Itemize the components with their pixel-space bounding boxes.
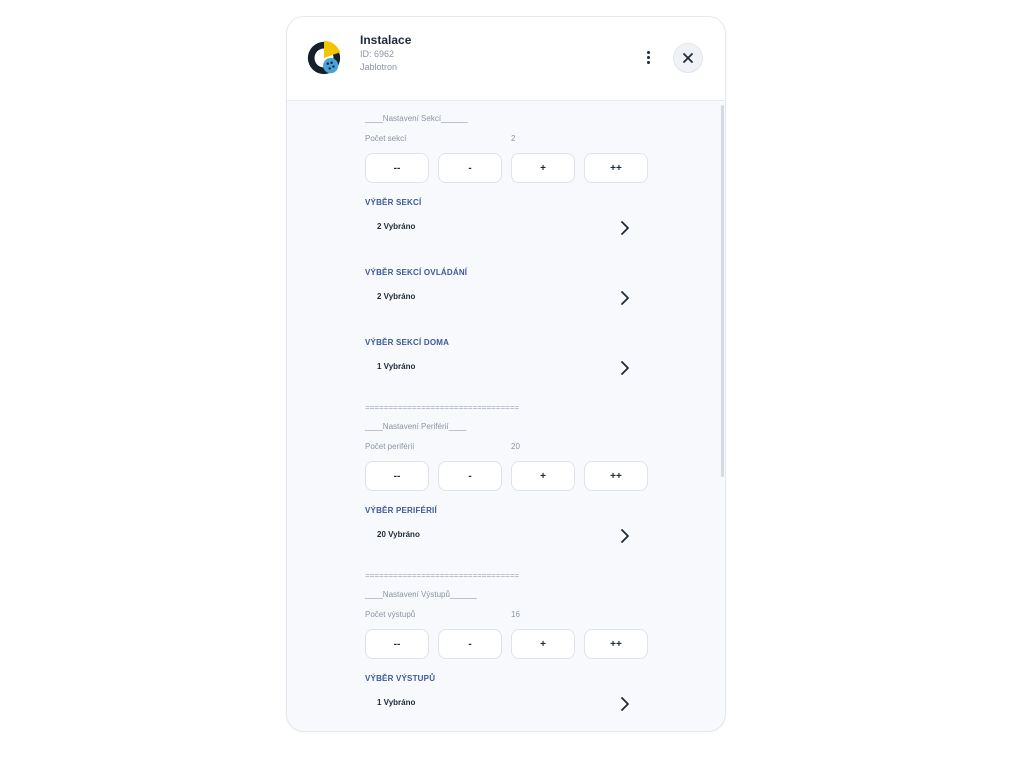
decrement-large-button[interactable]: -- — [365, 153, 429, 183]
section-title-vystupy: ____Nastavení Výstupů______ — [365, 590, 477, 599]
selector-value: 2 Vybráno — [377, 222, 416, 231]
section-title-sekce: ____Nastavení Sekcí______ — [365, 114, 468, 123]
count-label-vystupy: Počet výstupů — [365, 610, 416, 619]
selector-vyber-periferii[interactable]: 20 Vybráno — [365, 526, 635, 546]
count-label-sekce: Počet sekcí — [365, 134, 407, 143]
chevron-right-icon — [621, 361, 629, 375]
increment-large-button[interactable]: ++ — [584, 461, 648, 491]
selector-value: 20 Vybráno — [377, 530, 420, 539]
increment-button[interactable]: + — [511, 153, 575, 183]
count-value-sekce: 2 — [511, 134, 516, 143]
increment-button[interactable]: + — [511, 461, 575, 491]
selector-value: 1 Vybráno — [377, 698, 416, 707]
heading-vyber-periferii: VÝBĚR PERIFÉRIÍ — [365, 506, 437, 515]
scrollbar[interactable] — [721, 105, 724, 477]
selector-vyber-sekci-doma[interactable]: 1 Vybráno — [365, 358, 635, 378]
dialog-header: Instalace ID: 6962 Jablotron — [287, 17, 725, 101]
close-icon — [683, 53, 693, 63]
chevron-right-icon — [621, 697, 629, 711]
selector-vyber-sekci-ovladani[interactable]: 2 Vybráno — [365, 288, 635, 308]
heading-vyber-sekci-ovladani: VÝBĚR SEKCÍ OVLÁDÁNÍ — [365, 268, 468, 277]
heading-vyber-vystupu: VÝBĚR VÝSTUPŮ — [365, 674, 436, 683]
heading-vyber-sekci-doma: VÝBĚR SEKCÍ DOMA — [365, 338, 450, 347]
separator: ================================= — [365, 403, 520, 412]
decrement-large-button[interactable]: -- — [365, 629, 429, 659]
increment-large-button[interactable]: ++ — [584, 153, 648, 183]
selector-vyber-vystupu[interactable]: 1 Vybráno — [365, 694, 635, 714]
increment-button[interactable]: + — [511, 629, 575, 659]
increment-large-button[interactable]: ++ — [584, 629, 648, 659]
selector-vyber-sekci[interactable]: 2 Vybráno — [365, 218, 635, 238]
company-name: Jablotron — [360, 62, 398, 72]
count-label-periferie: Počet periférií — [365, 442, 415, 451]
stepper-vystupy: -- - + ++ — [365, 629, 649, 659]
decrement-button[interactable]: - — [438, 153, 502, 183]
stepper-sekce: -- - + ++ — [365, 153, 649, 183]
stepper-periferie: -- - + ++ — [365, 461, 649, 491]
chevron-right-icon — [621, 529, 629, 543]
decrement-large-button[interactable]: -- — [365, 461, 429, 491]
section-title-periferie: ____Nastavení Periférií____ — [365, 422, 467, 431]
close-button[interactable] — [673, 43, 703, 73]
heading-vyber-sekci: VÝBĚR SEKCÍ — [365, 198, 422, 207]
selector-value: 1 Vybráno — [377, 362, 416, 371]
jablotron-logo-icon — [307, 40, 341, 75]
decrement-button[interactable]: - — [438, 461, 502, 491]
installation-id: ID: 6962 — [360, 49, 395, 59]
count-value-vystupy: 16 — [511, 610, 520, 619]
chevron-right-icon — [621, 291, 629, 305]
decrement-button[interactable]: - — [438, 629, 502, 659]
selector-value: 2 Vybráno — [377, 292, 416, 301]
dialog-title: Instalace — [360, 33, 412, 47]
more-options-icon[interactable] — [643, 51, 653, 67]
chevron-right-icon — [621, 221, 629, 235]
count-value-periferie: 20 — [511, 442, 520, 451]
separator: ================================= — [365, 571, 520, 580]
installation-dialog: Instalace ID: 6962 Jablotron ____Nastave… — [286, 16, 726, 732]
